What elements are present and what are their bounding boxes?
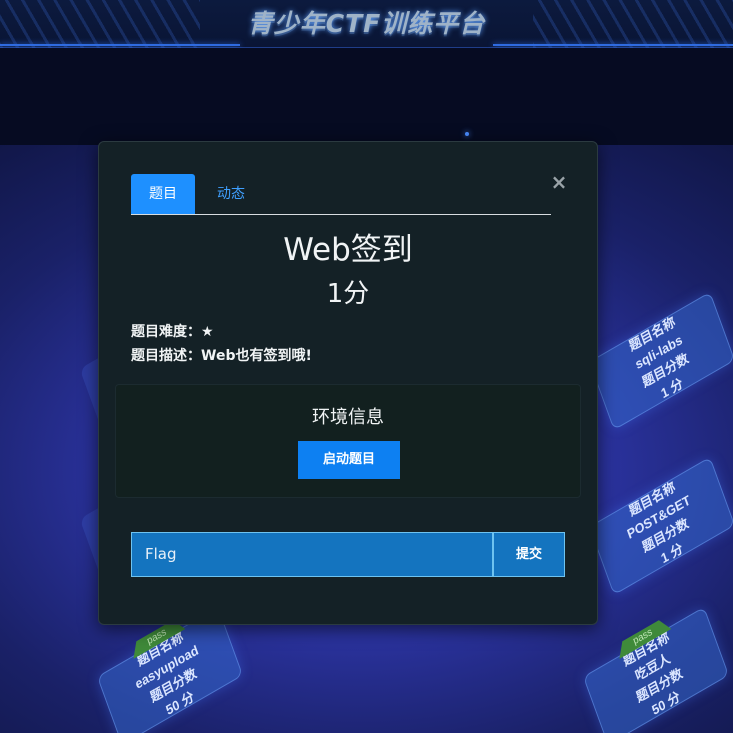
header-glow-line-left (0, 44, 240, 46)
challenge-card[interactable]: 题目名称 sqli-labs 题目分数 1 分 (588, 291, 733, 431)
close-icon[interactable]: × (549, 172, 569, 192)
glow-dot (465, 132, 469, 136)
modal-tabs: 题目 动态 (131, 174, 551, 215)
challenge-card[interactable]: pass 题目名称 吃豆人 题目分数 50 分 (582, 606, 730, 733)
environment-panel: 环境信息 启动题目 (115, 384, 581, 498)
submit-flag-button[interactable]: 提交 (493, 532, 565, 577)
environment-title: 环境信息 (312, 407, 384, 428)
tab-challenge[interactable]: 题目 (131, 174, 195, 214)
site-header: 青少年CTF训练平台 (0, 0, 733, 48)
challenge-title: Web签到 (283, 232, 413, 268)
flag-input[interactable]: Flag (131, 532, 493, 577)
challenge-description: 题目描述：Web也有签到哦! (131, 348, 312, 364)
flag-input-placeholder: Flag (145, 545, 177, 563)
challenge-card[interactable]: pass 题目名称 easyupload 题目分数 50 分 (96, 606, 244, 733)
challenge-points: 1分 (326, 279, 370, 309)
tab-activity[interactable]: 动态 (203, 174, 259, 214)
challenge-modal: × 题目 动态 Web签到 1分 题目难度：★ 题目描述：Web也有签到哦! 环… (98, 141, 598, 625)
challenge-card[interactable]: 题目名称 POST&GET 题目分数 1 分 (588, 456, 733, 596)
header-dark-band (0, 48, 733, 145)
start-challenge-button[interactable]: 启动题目 (298, 441, 400, 479)
challenge-difficulty: 题目难度：★ (131, 324, 214, 340)
header-glow-line-right (493, 44, 733, 46)
site-title: 青少年CTF训练平台 (247, 9, 486, 38)
